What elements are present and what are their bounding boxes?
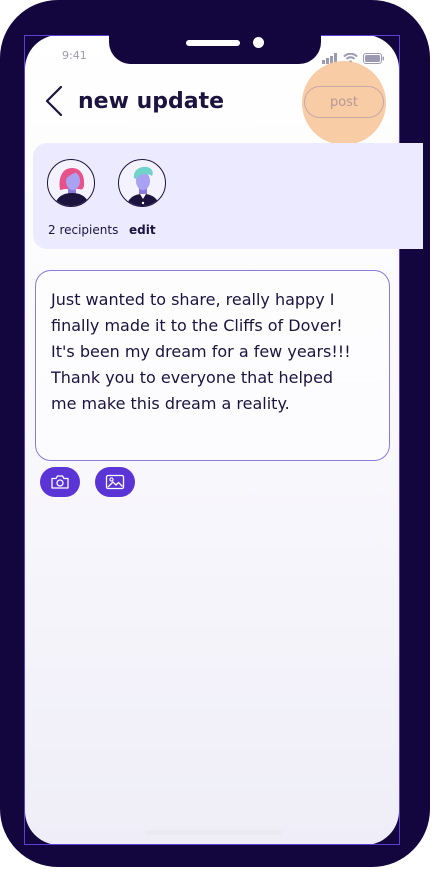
speaker-grille xyxy=(186,40,240,46)
avatar-woman-icon xyxy=(54,168,90,206)
front-camera xyxy=(253,37,264,48)
battery-icon xyxy=(363,49,385,68)
gallery-button[interactable] xyxy=(95,467,135,497)
status-time: 9:41 xyxy=(62,49,87,62)
message-input[interactable]: Just wanted to share, really happy I fin… xyxy=(35,270,390,461)
avatar-man-icon xyxy=(126,166,160,206)
recipients-count: 2 recipients xyxy=(48,223,119,237)
home-indicator xyxy=(145,830,282,835)
camera-button[interactable] xyxy=(40,467,80,497)
image-icon xyxy=(105,474,125,490)
page-title: new update xyxy=(78,88,225,114)
avatar[interactable] xyxy=(47,159,95,207)
chevron-left-icon[interactable] xyxy=(44,84,66,118)
header: new update xyxy=(44,84,224,118)
avatar[interactable] xyxy=(118,159,166,207)
post-button[interactable]: post xyxy=(304,86,384,118)
edit-recipients-link[interactable]: edit xyxy=(129,223,156,237)
camera-icon xyxy=(51,475,69,489)
